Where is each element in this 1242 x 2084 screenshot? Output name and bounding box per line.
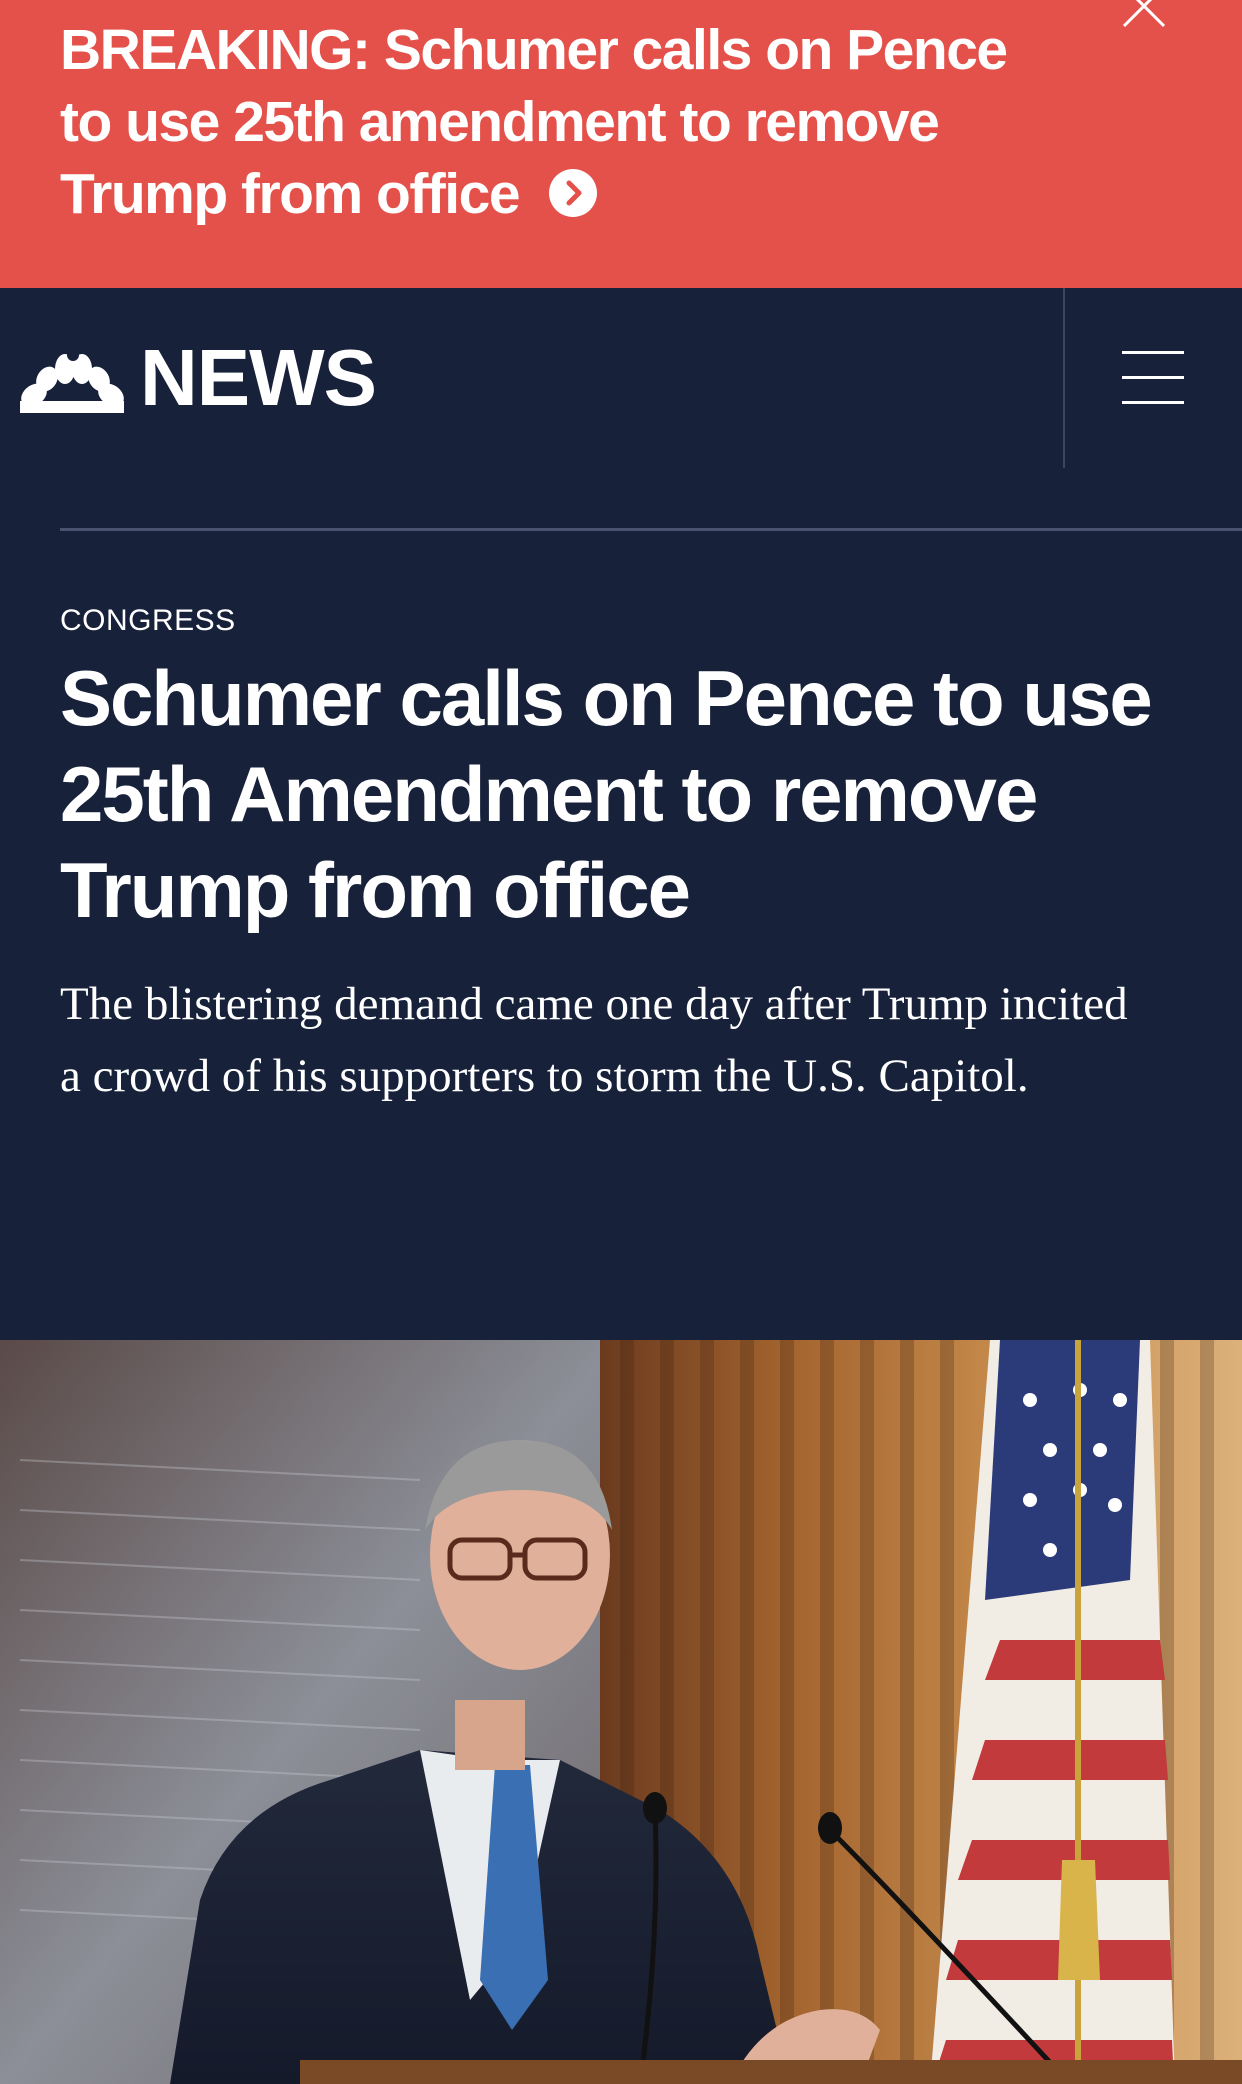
hamburger-menu-icon[interactable] xyxy=(1122,343,1184,413)
logo-text: NEWS xyxy=(140,333,377,422)
section-divider xyxy=(60,528,1242,531)
nbc-news-logo[interactable]: NEWS xyxy=(20,333,377,422)
menu-divider xyxy=(1063,288,1065,468)
site-header: NEWS xyxy=(0,288,1242,468)
article-hero-image xyxy=(0,1340,1242,2084)
article-dek: The blistering demand came one day after… xyxy=(60,978,1128,1102)
breaking-news-banner[interactable]: BREAKING: Schumer calls on Pence to use … xyxy=(0,0,1242,288)
breaking-news-link[interactable]: BREAKING: Schumer calls on Pence to use … xyxy=(60,14,1070,230)
article-category[interactable]: CONGRESS xyxy=(60,604,236,638)
nbc-peacock-icon xyxy=(20,349,124,413)
breaking-news-text: BREAKING: Schumer calls on Pence to use … xyxy=(60,18,1008,226)
close-icon[interactable] xyxy=(1120,0,1168,30)
chevron-right-circle-icon[interactable] xyxy=(549,168,598,217)
article-headline: Schumer calls on Pence to use 25th Amend… xyxy=(60,654,1153,934)
